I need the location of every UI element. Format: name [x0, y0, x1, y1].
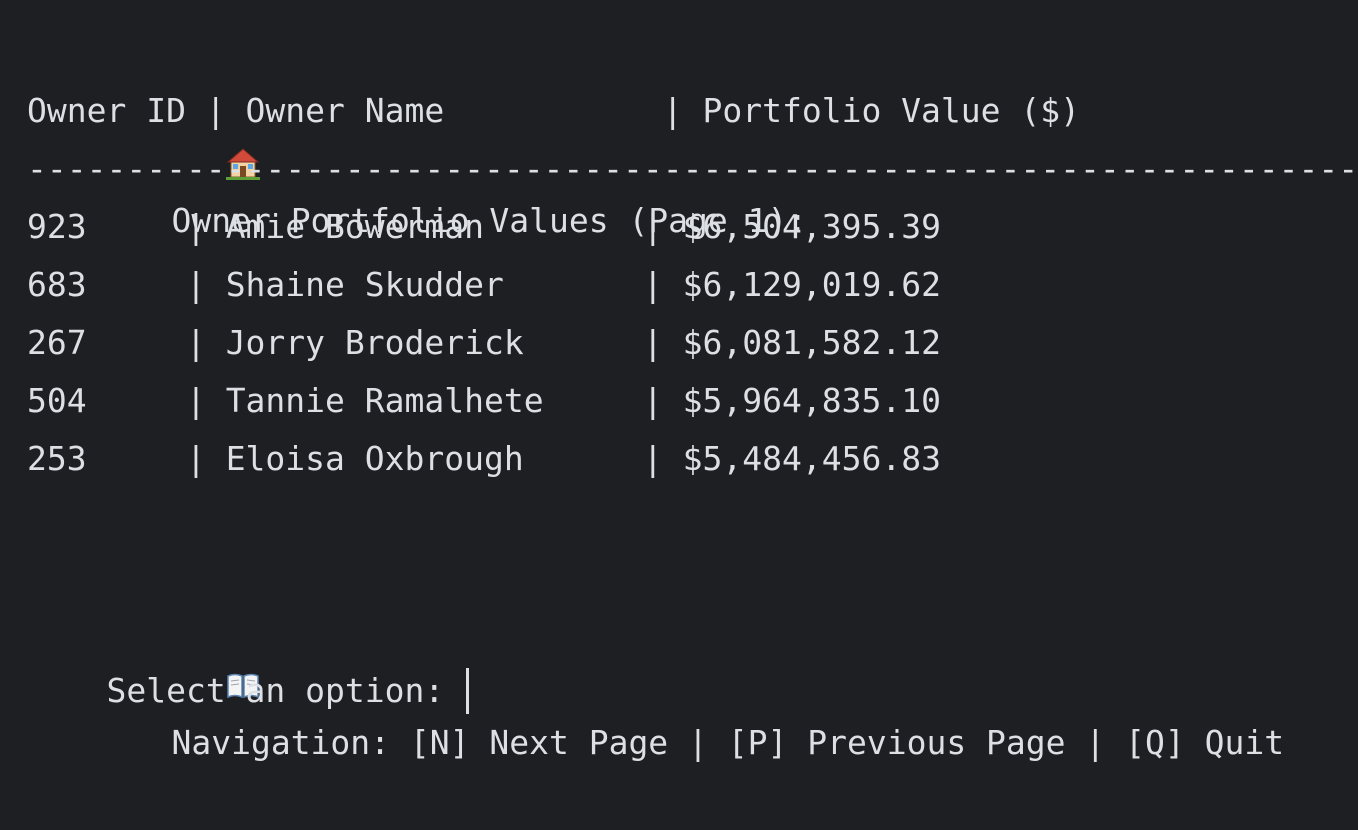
- open-book-icon: [106, 604, 259, 699]
- text-cursor[interactable]: [466, 668, 470, 714]
- table-row: 267 | Jorry Broderick | $6,081,582.12: [27, 314, 1358, 372]
- table-header: Owner ID | Owner Name | Portfolio Value …: [27, 91, 1080, 130]
- column-separator: |: [543, 381, 683, 420]
- column-separator: |: [86, 207, 226, 246]
- owner-id: 923: [27, 207, 87, 246]
- column-separator: |: [86, 439, 226, 478]
- portfolio-value: $6,504,395.39: [682, 207, 941, 246]
- column-separator: |: [86, 265, 226, 304]
- owner-id: 504: [27, 381, 87, 420]
- owner-id: 253: [27, 439, 87, 478]
- table-row: 504 | Tannie Ramalhete | $5,964,835.10: [27, 372, 1358, 430]
- owner-name: Jorry Broderick: [225, 323, 524, 362]
- owner-id: 683: [27, 265, 87, 304]
- table-body: 923 | Amie Bowerman | $6,504,395.39 683 |…: [27, 198, 1358, 488]
- column-separator: |: [86, 323, 226, 362]
- owner-name: Eloisa Oxbrough: [225, 439, 524, 478]
- column-separator: |: [86, 381, 226, 420]
- portfolio-value: $5,484,456.83: [682, 439, 941, 478]
- column-separator: |: [503, 265, 683, 304]
- owner-name: Tannie Ramalhete: [225, 381, 544, 420]
- owner-name: Amie Bowerman: [225, 207, 484, 246]
- navigation-line: Navigation: [N] Next Page | [P] Previous…: [27, 546, 1358, 762]
- column-separator: |: [523, 323, 683, 362]
- page-title-line: Owner Portfolio Values (Page 1):: [27, 24, 1358, 240]
- portfolio-value: $6,129,019.62: [682, 265, 941, 304]
- portfolio-value: $6,081,582.12: [682, 323, 941, 362]
- navigation-hint: Navigation: [N] Next Page | [P] Previous…: [171, 723, 1285, 762]
- table-row: 683 | Shaine Skudder | $6,129,019.62: [27, 256, 1358, 314]
- terminal-output: Owner Portfolio Values (Page 1): Owner I…: [27, 24, 1358, 762]
- owner-name: Shaine Skudder: [225, 265, 504, 304]
- table-row: 923 | Amie Bowerman | $6,504,395.39: [27, 198, 1358, 256]
- column-separator: |: [523, 439, 683, 478]
- owner-id: 267: [27, 323, 87, 362]
- table-separator: ----------------------------------------…: [27, 149, 1358, 188]
- table-row: 253 | Eloisa Oxbrough | $5,484,456.83: [27, 430, 1358, 488]
- portfolio-value: $5,964,835.10: [682, 381, 941, 420]
- prompt-label: Select an option:: [106, 671, 465, 710]
- column-separator: |: [483, 207, 683, 246]
